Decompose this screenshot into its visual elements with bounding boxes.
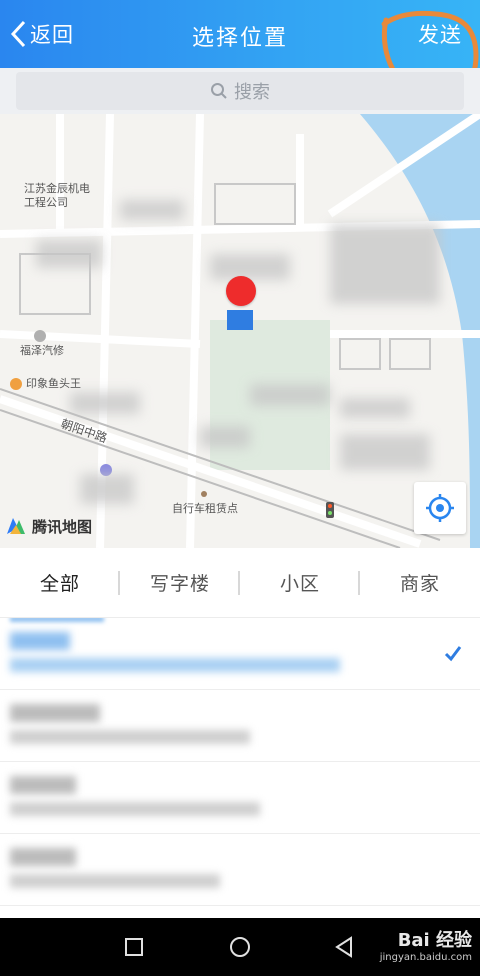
watermark-sub: jingyan.baidu.com: [379, 952, 472, 963]
list-item[interactable]: [0, 834, 480, 906]
blurred-label: [120, 200, 184, 220]
send-button[interactable]: 发送: [418, 19, 462, 49]
blurred-label: [70, 392, 140, 414]
back-nav-button[interactable]: [322, 918, 366, 976]
list-item-title: [10, 632, 70, 650]
map-label-company: 江苏金辰机电 工程公司: [24, 182, 90, 209]
blurred-label: [80, 474, 134, 504]
list-item-title: [10, 704, 100, 722]
home-button[interactable]: [218, 918, 262, 976]
tencent-map-icon: [7, 518, 25, 534]
locate-button[interactable]: [414, 482, 466, 534]
location-list: [0, 618, 480, 918]
system-navigation-bar: Bai 经验 jingyan.baidu.com: [0, 918, 480, 976]
blurred-label: [330, 224, 440, 304]
blurred-label: [250, 384, 330, 406]
tab-office[interactable]: 写字楼: [120, 548, 240, 617]
search-icon: [211, 83, 227, 99]
list-item[interactable]: [0, 618, 480, 690]
map-label-auto-repair: 福泽汽修: [20, 344, 64, 357]
list-item[interactable]: [0, 690, 480, 762]
tab-label: 商家: [399, 573, 440, 595]
current-position-marker: [227, 310, 253, 330]
list-item-title: [10, 776, 76, 794]
map-logo-text: 腾讯地图: [32, 517, 93, 536]
search-bar: 搜索: [0, 68, 480, 114]
check-icon: [444, 646, 462, 662]
blurred-label: [340, 434, 430, 470]
watermark: Bai 经验 jingyan.baidu.com: [380, 926, 472, 963]
back-triangle-icon: [335, 936, 352, 958]
location-pin-icon: [226, 276, 256, 306]
list-item-address: [10, 874, 220, 888]
watermark-main: Bai 经验: [397, 930, 472, 951]
list-item-address: [10, 730, 250, 744]
list-item[interactable]: [0, 762, 480, 834]
map-view[interactable]: 江苏金辰机电 工程公司 福泽汽修 印象鱼头王 朝阳中路 自行车租赁点 腾讯地图: [0, 114, 480, 548]
map-background: [0, 114, 480, 548]
locate-target-icon: [426, 494, 454, 522]
category-tabs: 全部 写字楼 小区 商家: [0, 548, 480, 618]
blurred-label: [36, 240, 102, 268]
tab-label: 写字楼: [149, 573, 210, 595]
tab-merchant[interactable]: 商家: [360, 548, 480, 617]
blurred-label: [340, 398, 410, 418]
tab-all[interactable]: 全部: [0, 548, 120, 617]
map-label-restaurant: 印象鱼头王: [26, 377, 81, 390]
search-placeholder: 搜索: [234, 82, 270, 103]
recent-apps-button[interactable]: [112, 918, 156, 976]
tab-residential[interactable]: 小区: [240, 548, 360, 617]
tab-label: 全部: [39, 573, 80, 595]
map-label-bike-station: 自行车租赁点: [172, 502, 238, 515]
map-provider-logo: 腾讯地图: [4, 514, 92, 538]
list-item-address: [10, 658, 340, 672]
list-item-address: [10, 802, 260, 816]
blurred-label: [210, 254, 290, 280]
search-input[interactable]: 搜索: [16, 72, 464, 110]
list-item-title: [10, 848, 76, 866]
recent-apps-icon: [125, 938, 143, 956]
page-title: 选择位置: [191, 26, 288, 51]
blurred-label: [200, 426, 250, 448]
title-bar: 返回 选择位置 发送: [0, 0, 480, 68]
home-icon: [230, 937, 250, 957]
tab-label: 小区: [279, 573, 320, 595]
